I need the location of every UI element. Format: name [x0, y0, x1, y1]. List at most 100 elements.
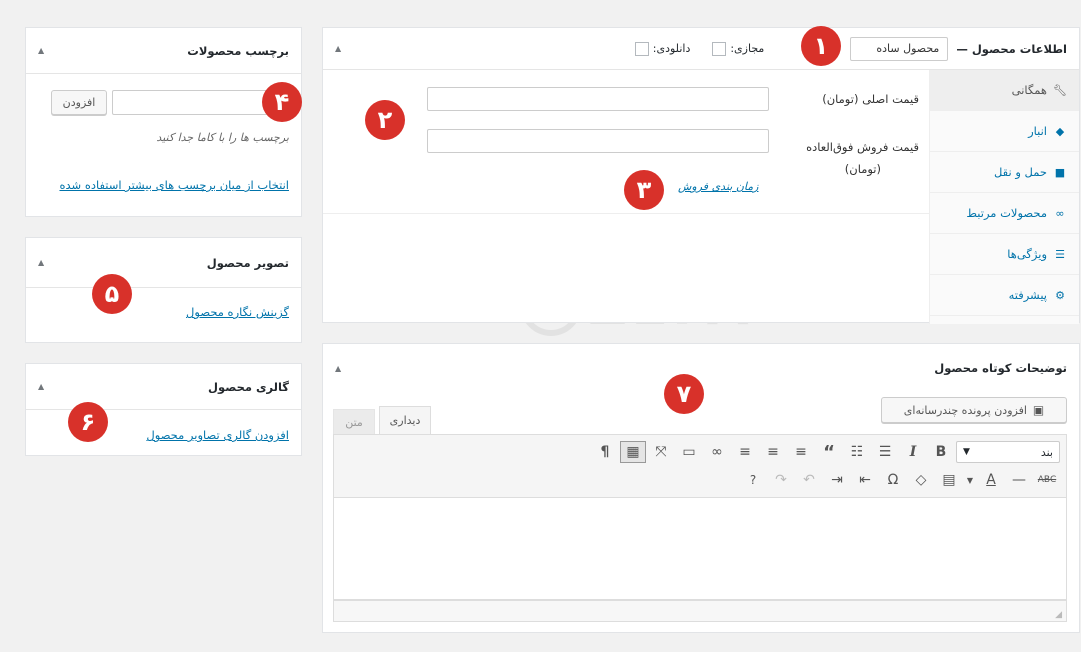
- sale-price-label: قیمت فروش فوق‌العاده (تومان): [806, 136, 919, 180]
- format-select[interactable]: بند ▼: [956, 441, 1060, 463]
- product-image-header: تصویر محصول ▲: [26, 238, 301, 288]
- add-gallery-link[interactable]: افزودن گالری تصاویر محصول: [146, 428, 289, 442]
- redo-icon[interactable]: ↷: [768, 469, 794, 491]
- product-gallery-panel: گالری محصول ▲ افزودن گالری تصاویر محصول: [25, 363, 302, 456]
- chevron-down-icon: ▼: [963, 447, 970, 457]
- product-gallery-title: گالری محصول: [208, 379, 289, 394]
- product-tags-title: برچسب محصولات: [187, 43, 289, 58]
- choose-tags-link[interactable]: انتخاب از میان برچسب های بیشتر استفاده ش…: [38, 177, 289, 193]
- product-data-panel: اطلاعات محصول — محصول ساده مجازی: دانلود…: [322, 27, 1080, 324]
- product-data-tabs: 🔧︎ همگانی ◆ انبار ■ حمل و نقل ∞ محصولات …: [929, 70, 1079, 324]
- virtual-checkbox[interactable]: [712, 41, 727, 56]
- tab-linked-products[interactable]: ∞ محصولات مرتبط: [930, 193, 1079, 234]
- read-more-icon[interactable]: ▭: [676, 441, 702, 463]
- paste-text-icon[interactable]: ▤: [936, 469, 962, 491]
- downloadable-label: دانلودی:: [652, 42, 691, 55]
- truck-icon: ■: [1054, 165, 1066, 179]
- sale-price-label-line2: (تومان): [844, 162, 881, 176]
- regular-price-input[interactable]: [427, 87, 769, 111]
- fullscreen-icon[interactable]: ⤧: [648, 441, 674, 463]
- tab-shipping[interactable]: ■ حمل و نقل: [930, 152, 1079, 193]
- tab-shipping-label: حمل و نقل: [993, 165, 1047, 179]
- collapse-arrow-icon[interactable]: ▲: [38, 258, 44, 267]
- product-type-value: محصول ساده: [876, 42, 940, 55]
- toolbar-row-1: بند ▼ B I ☰ ☷ “ ≡ ≡ ≡ ∞ ▭ ⤧ ▦ ¶: [340, 439, 1060, 465]
- callout-badge-5: ۵: [92, 274, 132, 314]
- product-tags-header: برچسب محصولات ▲: [26, 28, 301, 74]
- add-media-label: افزودن پرونده چندرسانه‌ای: [903, 403, 1027, 417]
- link-icon[interactable]: ∞: [704, 441, 730, 463]
- virtual-option[interactable]: مجازی:: [712, 41, 764, 56]
- editor-tab-text[interactable]: متن: [333, 409, 375, 434]
- editor-tab-text-label: متن: [345, 415, 363, 429]
- link-icon: ∞: [1055, 206, 1065, 220]
- tab-advanced[interactable]: ⚙ پیشرفته: [930, 275, 1079, 316]
- tab-general-label: همگانی: [1011, 83, 1047, 97]
- tag-icon: ◆: [1055, 124, 1065, 138]
- text-color-icon[interactable]: A: [978, 469, 1004, 491]
- align-center-icon[interactable]: ≡: [760, 441, 786, 463]
- collapse-arrow-icon[interactable]: ▲: [38, 382, 44, 391]
- strikethrough-icon[interactable]: ABC: [1034, 469, 1060, 491]
- blockquote-icon[interactable]: “: [816, 441, 842, 463]
- product-tags-panel: برچسب محصولات ▲ افزودن برچسب ها را با کا…: [25, 27, 302, 217]
- special-character-icon[interactable]: Ω: [880, 469, 906, 491]
- collapse-arrow-icon[interactable]: ▲: [38, 46, 44, 55]
- bold-icon[interactable]: B: [928, 441, 954, 463]
- callout-badge-7: ۷: [664, 374, 704, 414]
- short-description-title: توضیحات کوتاه محصول: [934, 361, 1067, 375]
- add-tag-label: افزودن: [62, 96, 96, 109]
- text-color-dropdown-icon[interactable]: ▼: [964, 469, 976, 491]
- callout-badge-3: ۳: [624, 170, 664, 210]
- regular-price-label: قیمت اصلی (تومان): [822, 92, 919, 106]
- product-data-title: اطلاعات محصول —: [956, 41, 1067, 56]
- indent-icon[interactable]: ⇥: [824, 469, 850, 491]
- product-type-select[interactable]: محصول ساده: [850, 36, 949, 61]
- help-icon[interactable]: ?: [740, 469, 766, 491]
- tab-advanced-label: پیشرفته: [1008, 288, 1047, 302]
- downloadable-option[interactable]: دانلودی:: [634, 41, 691, 56]
- numbered-list-icon[interactable]: ☷: [844, 441, 870, 463]
- media-icon: ▣: [1032, 403, 1045, 417]
- rtl-direction-icon[interactable]: ¶: [592, 441, 618, 463]
- list-icon: ☰: [1055, 247, 1065, 261]
- bullet-list-icon[interactable]: ☰: [872, 441, 898, 463]
- editor-tab-visual-label: دیداری: [389, 414, 421, 427]
- align-left-icon[interactable]: ≡: [788, 441, 814, 463]
- resize-handle-icon[interactable]: ◢: [1055, 610, 1062, 620]
- toolbar-toggle-icon[interactable]: ▦: [620, 441, 646, 463]
- editor-content-area[interactable]: [333, 498, 1067, 600]
- editor-toolbar: بند ▼ B I ☰ ☷ “ ≡ ≡ ≡ ∞ ▭ ⤧ ▦ ¶ ABC — A …: [333, 434, 1067, 498]
- sale-price-label-line1: قیمت فروش فوق‌العاده: [806, 140, 919, 154]
- callout-badge-6: ۶: [68, 402, 108, 442]
- outdent-icon[interactable]: ⇤: [852, 469, 878, 491]
- product-image-panel: تصویر محصول ▲ گزینش نگاره محصول: [25, 237, 302, 343]
- tab-general[interactable]: 🔧︎ همگانی: [930, 70, 1079, 111]
- tab-linked-label: محصولات مرتبط: [966, 206, 1047, 220]
- collapse-arrow-icon[interactable]: ▲: [335, 44, 341, 53]
- add-tag-button[interactable]: افزودن: [51, 90, 107, 115]
- tab-attributes[interactable]: ☰ ویژگی‌ها: [930, 234, 1079, 275]
- product-data-header: اطلاعات محصول — محصول ساده مجازی: دانلود…: [323, 28, 1079, 70]
- clear-formatting-icon[interactable]: ◇: [908, 469, 934, 491]
- callout-badge-1: ۱: [801, 26, 841, 66]
- editor-tab-visual[interactable]: دیداری: [379, 406, 431, 434]
- tab-inventory[interactable]: ◆ انبار: [930, 111, 1079, 152]
- collapse-arrow-icon[interactable]: ▲: [335, 364, 341, 373]
- callout-badge-4: ۴: [262, 82, 302, 122]
- gear-icon: ⚙: [1055, 288, 1065, 302]
- product-gallery-header: گالری محصول ▲: [26, 364, 301, 410]
- set-product-image-link[interactable]: گزینش نگاره محصول: [186, 305, 289, 319]
- horizontal-line-icon[interactable]: —: [1006, 469, 1032, 491]
- callout-badge-2: ۲: [365, 100, 405, 140]
- tab-attributes-label: ویژگی‌ها: [1007, 247, 1047, 261]
- undo-icon[interactable]: ↶: [796, 469, 822, 491]
- add-media-button[interactable]: ▣ افزودن پرونده چندرسانه‌ای: [881, 397, 1067, 423]
- downloadable-checkbox[interactable]: [634, 41, 649, 56]
- align-right-icon[interactable]: ≡: [732, 441, 758, 463]
- format-select-value: بند: [1040, 445, 1053, 459]
- schedule-sale-link[interactable]: زمان بندی فروش: [678, 180, 758, 193]
- sale-price-input[interactable]: [427, 129, 769, 153]
- italic-icon[interactable]: I: [900, 441, 926, 463]
- editor-status-bar: ◢: [333, 600, 1067, 622]
